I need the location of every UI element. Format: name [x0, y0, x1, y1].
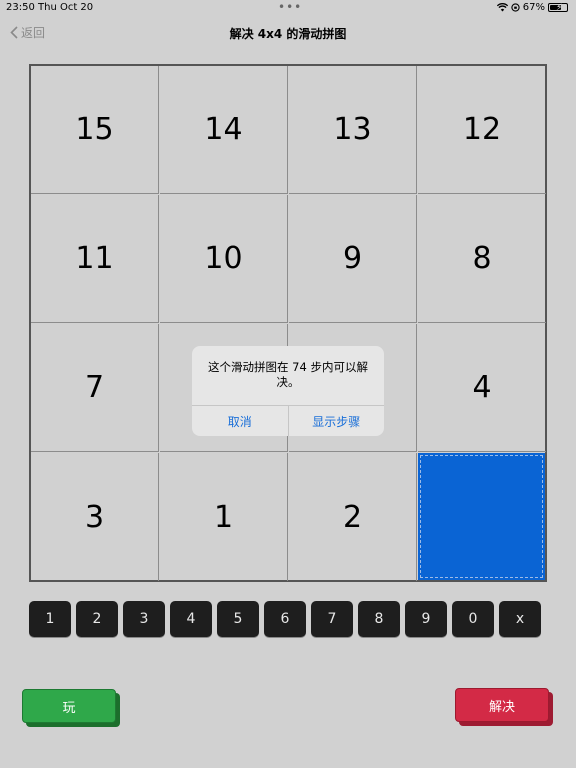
puzzle-tile[interactable]: 1: [160, 453, 288, 581]
key-1[interactable]: 1: [29, 601, 71, 637]
solve-button[interactable]: 解决: [455, 688, 549, 722]
key-2[interactable]: 2: [76, 601, 118, 637]
orientation-lock-icon: [511, 3, 520, 12]
key-3[interactable]: 3: [123, 601, 165, 637]
puzzle-tile[interactable]: 7: [31, 324, 159, 452]
key-8[interactable]: 8: [358, 601, 400, 637]
navigation-bar: 返回 解决 4x4 的滑动拼图: [0, 16, 576, 48]
alert-message: 这个滑动拼图在 74 步内可以解决。: [208, 360, 368, 389]
play-button[interactable]: 玩: [22, 689, 116, 723]
page-title: 解决 4x4 的滑动拼图: [229, 27, 347, 41]
key-4[interactable]: 4: [170, 601, 212, 637]
multitask-dots-icon[interactable]: •••: [278, 0, 302, 14]
alert-dialog: 这个滑动拼图在 74 步内可以解决。 取消 显示步骤: [192, 346, 384, 436]
status-date: Thu Oct 20: [38, 2, 94, 13]
puzzle-tile[interactable]: 15: [31, 66, 159, 194]
blank-tile[interactable]: [418, 453, 545, 580]
battery-percent: 67%: [522, 2, 545, 13]
puzzle-board: 15 14 13 12 11 10 9 8 7 6 5 4 3 1 2: [29, 64, 547, 582]
key-9[interactable]: 9: [405, 601, 447, 637]
key-0[interactable]: 0: [452, 601, 494, 637]
wifi-icon: [496, 3, 508, 12]
puzzle-tile[interactable]: 4: [418, 324, 546, 452]
puzzle-tile[interactable]: 14: [160, 66, 288, 194]
puzzle-tile[interactable]: 11: [31, 195, 159, 323]
puzzle-tile[interactable]: 13: [289, 66, 417, 194]
status-right: 67% ⚡: [496, 2, 568, 13]
puzzle-tile[interactable]: 8: [418, 195, 546, 323]
puzzle-tile[interactable]: 9: [289, 195, 417, 323]
puzzle-tile[interactable]: 2: [289, 453, 417, 581]
status-bar: 23:50 Thu Oct 20 ••• 67% ⚡: [0, 0, 576, 16]
battery-icon: ⚡: [548, 3, 568, 13]
status-time: 23:50: [6, 2, 35, 13]
key-6[interactable]: 6: [264, 601, 306, 637]
puzzle-tile[interactable]: 12: [418, 66, 546, 194]
key-5[interactable]: 5: [217, 601, 259, 637]
alert-actions: 取消 显示步骤: [192, 405, 384, 436]
number-keypad: 1 2 3 4 5 6 7 8 9 0 x: [29, 601, 545, 637]
cancel-button[interactable]: 取消: [192, 406, 288, 436]
puzzle-tile[interactable]: 10: [160, 195, 288, 323]
key-7[interactable]: 7: [311, 601, 353, 637]
puzzle-tile[interactable]: 3: [31, 453, 159, 581]
show-steps-button[interactable]: 显示步骤: [287, 406, 385, 436]
key-clear[interactable]: x: [499, 601, 541, 637]
